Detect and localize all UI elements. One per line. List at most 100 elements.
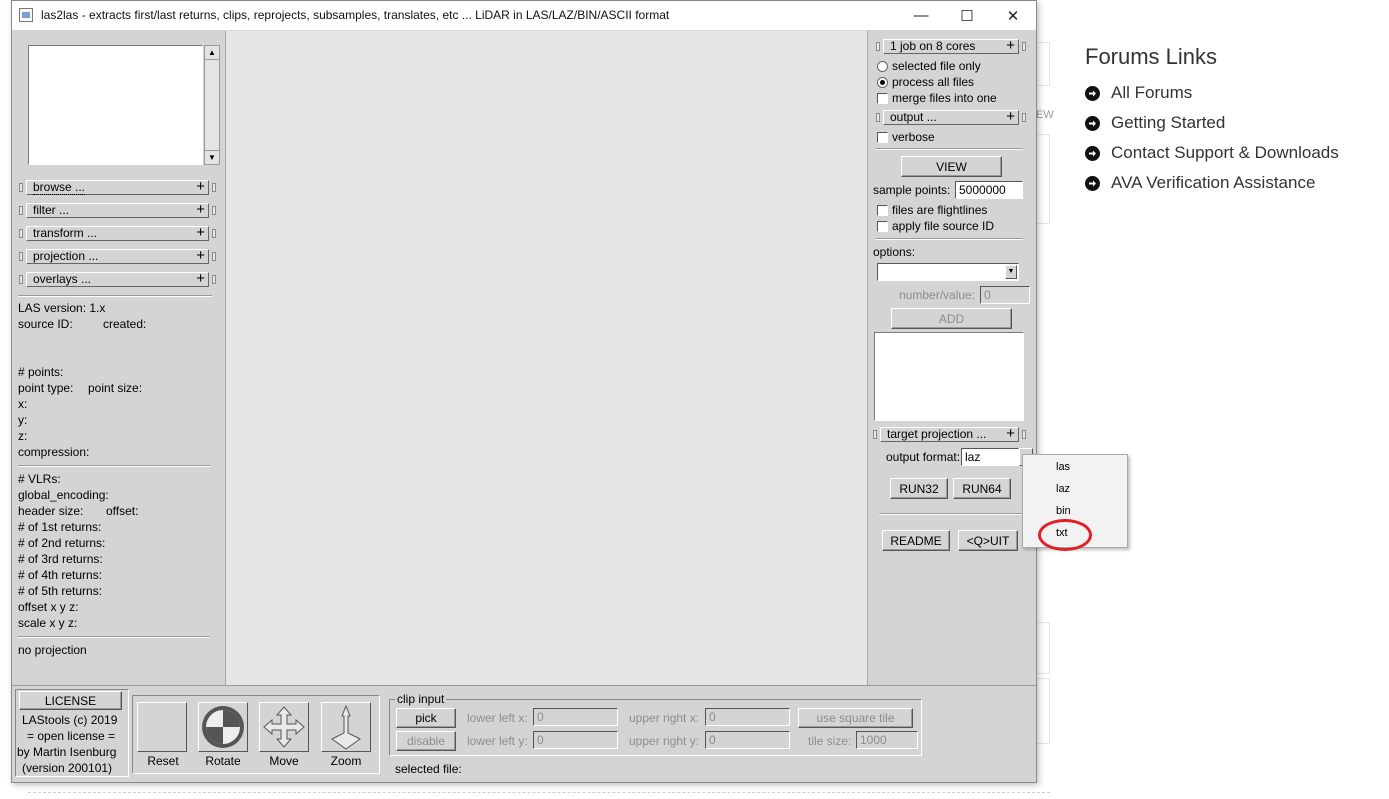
arrow-circle-icon — [1085, 115, 1100, 131]
maximize-button[interactable]: ☐ — [944, 1, 990, 30]
zoom-tool[interactable] — [321, 702, 371, 752]
quit-button[interactable]: <Q>UIT — [958, 530, 1018, 551]
reset-tool[interactable] — [137, 702, 187, 752]
use-square-tile-button[interactable]: use square tile — [798, 708, 913, 728]
disable-button[interactable]: disable — [396, 731, 456, 751]
selected-file-only-radio[interactable] — [877, 61, 888, 72]
move-label: Move — [269, 754, 299, 768]
output-format-select[interactable]: laz — [961, 448, 1019, 466]
upper-right-y-label: upper right y: — [629, 734, 700, 748]
lower-left-x-label: lower left x: — [467, 711, 528, 725]
rotate-tool[interactable] — [198, 702, 248, 752]
points-label: # points: — [18, 365, 64, 379]
readme-button[interactable]: README — [882, 530, 950, 551]
point-cloud-viewer[interactable] — [225, 31, 868, 685]
close-button[interactable]: ✕ — [990, 1, 1036, 30]
forum-link-label: Getting Started — [1111, 113, 1226, 132]
license-button[interactable]: LICENSE — [19, 691, 122, 710]
y-label: y: — [18, 413, 28, 427]
header-size-label: header size: — [18, 504, 84, 518]
merge-files-label: merge files into one — [892, 91, 997, 105]
lower-left-y-label: lower left y: — [467, 734, 528, 748]
files-are-flightlines-checkbox[interactable] — [877, 205, 888, 216]
upper-right-y-input[interactable]: 0 — [705, 731, 790, 749]
process-all-files-radio[interactable] — [877, 77, 888, 88]
verbose-checkbox[interactable] — [877, 132, 888, 143]
expand-plus-icon: + — [196, 270, 205, 287]
tile-size-input[interactable]: 1000 — [856, 731, 918, 749]
selected-file-label: selected file: — [395, 762, 462, 776]
file-list-scrollbar[interactable]: ▲ ▼ — [204, 45, 220, 165]
forum-link-all-forums[interactable]: All Forums — [1085, 78, 1385, 108]
verbose-label: verbose — [892, 130, 935, 144]
forum-link-label: AVA Verification Assistance — [1111, 173, 1316, 192]
rotate-sphere-icon — [202, 706, 244, 748]
run64-button[interactable]: RUN64 — [953, 478, 1011, 499]
merge-files-checkbox[interactable] — [877, 93, 888, 104]
target-projection-rollup[interactable]: target projection ... + — [873, 425, 1026, 442]
divider — [18, 465, 210, 467]
returns-4th-label: # of 4th returns: — [18, 568, 103, 582]
selected-file-only-label: selected file only — [892, 59, 981, 73]
returns-3rd-label: # of 3rd returns: — [18, 552, 103, 566]
cores-rollup[interactable]: 1 job on 8 cores + — [876, 38, 1026, 54]
global-encoding-label: global_encoding: — [18, 488, 109, 502]
title-bar[interactable]: las2las - extracts first/last returns, c… — [12, 1, 1036, 30]
options-list[interactable] — [874, 332, 1024, 421]
output-rollup[interactable]: output ... + — [876, 108, 1026, 125]
forums-title: Forums Links — [1085, 44, 1218, 69]
offset-label: offset: — [106, 504, 139, 518]
point-size-label: point size: — [88, 381, 143, 395]
browse-rollup[interactable]: browse ... + — [19, 178, 216, 195]
move-arrows-icon — [263, 706, 305, 748]
format-option-laz[interactable]: laz — [1056, 483, 1070, 495]
scroll-down-icon[interactable]: ▼ — [205, 150, 219, 164]
divider — [879, 513, 1023, 515]
transform-rollup[interactable]: transform ... + — [19, 225, 216, 241]
expand-plus-icon: + — [196, 178, 205, 195]
output-format-label: output format: — [886, 450, 961, 464]
upper-right-x-input[interactable]: 0 — [705, 708, 790, 726]
run32-button[interactable]: RUN32 — [890, 478, 948, 499]
move-tool[interactable] — [259, 702, 309, 752]
highlight-circle — [1038, 519, 1092, 551]
window-title: las2las - extracts first/last returns, c… — [41, 8, 670, 22]
apply-file-source-id-checkbox[interactable] — [877, 221, 888, 232]
number-value-label: number/value: — [899, 288, 976, 302]
scroll-up-icon[interactable]: ▲ — [205, 46, 219, 60]
minimize-button[interactable]: — — [898, 1, 944, 30]
forum-link-getting-started[interactable]: Getting Started — [1085, 108, 1385, 138]
projection-rollup[interactable]: projection ... + — [19, 248, 216, 264]
chevron-down-icon[interactable]: ▼ — [1005, 265, 1017, 279]
file-list[interactable] — [28, 45, 203, 165]
forum-link-ava-verification[interactable]: AVA Verification Assistance — [1085, 168, 1385, 198]
format-option-bin[interactable]: bin — [1056, 505, 1071, 517]
expand-plus-icon: + — [1006, 108, 1015, 125]
background-page-strip — [1036, 678, 1050, 744]
format-option-las[interactable]: las — [1056, 461, 1070, 473]
lower-left-y-input[interactable]: 0 — [533, 731, 618, 749]
options-select[interactable]: ▼ — [877, 263, 1019, 281]
app-icon — [19, 8, 33, 22]
add-button[interactable]: ADD — [891, 308, 1012, 329]
upper-right-x-label: upper right x: — [629, 711, 700, 725]
background-page-strip — [1036, 622, 1050, 674]
sample-points-input[interactable]: 5000000 — [955, 181, 1023, 199]
number-value-input[interactable]: 0 — [980, 286, 1030, 304]
overlays-rollup[interactable]: overlays ... + — [19, 270, 216, 287]
filter-rollup[interactable]: filter ... + — [19, 202, 216, 218]
lower-left-x-input[interactable]: 0 — [533, 708, 618, 726]
source-id-label: source ID: — [18, 317, 73, 331]
created-label: created: — [103, 317, 147, 331]
tile-size-label: tile size: — [808, 734, 852, 748]
expand-plus-icon: + — [1006, 425, 1015, 442]
pick-button[interactable]: pick — [396, 708, 456, 728]
sample-points-label: sample points: — [873, 183, 951, 197]
returns-2nd-label: # of 2nd returns: — [18, 536, 106, 550]
x-label: x: — [18, 397, 28, 411]
background-page-strip — [1036, 134, 1050, 224]
background-page-strip — [1036, 42, 1050, 86]
license-text-line-3: by Martin Isenburg — [17, 745, 117, 759]
view-button[interactable]: VIEW — [901, 156, 1002, 177]
forum-link-contact-support[interactable]: Contact Support & Downloads — [1085, 138, 1385, 168]
